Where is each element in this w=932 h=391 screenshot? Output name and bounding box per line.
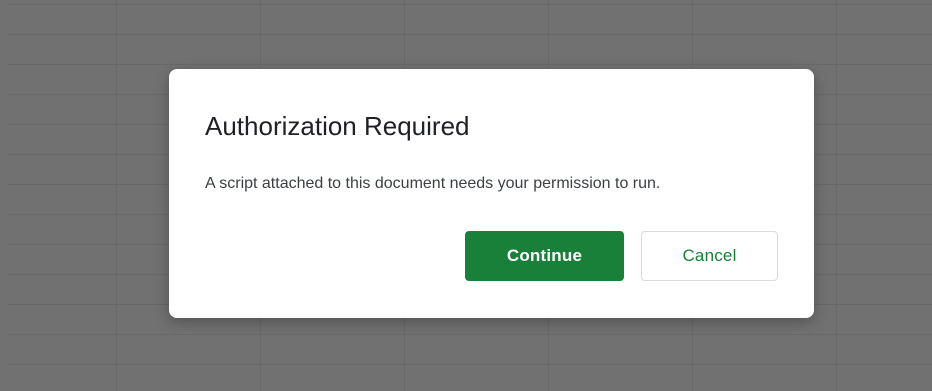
dialog-message: A script attached to this document needs… — [205, 175, 661, 192]
cancel-button[interactable]: Cancel — [641, 231, 778, 281]
page: Authorization Required A script attached… — [0, 0, 932, 391]
continue-button[interactable]: Continue — [465, 231, 624, 281]
authorization-dialog: Authorization Required A script attached… — [169, 69, 814, 318]
dialog-title: Authorization Required — [205, 111, 470, 141]
